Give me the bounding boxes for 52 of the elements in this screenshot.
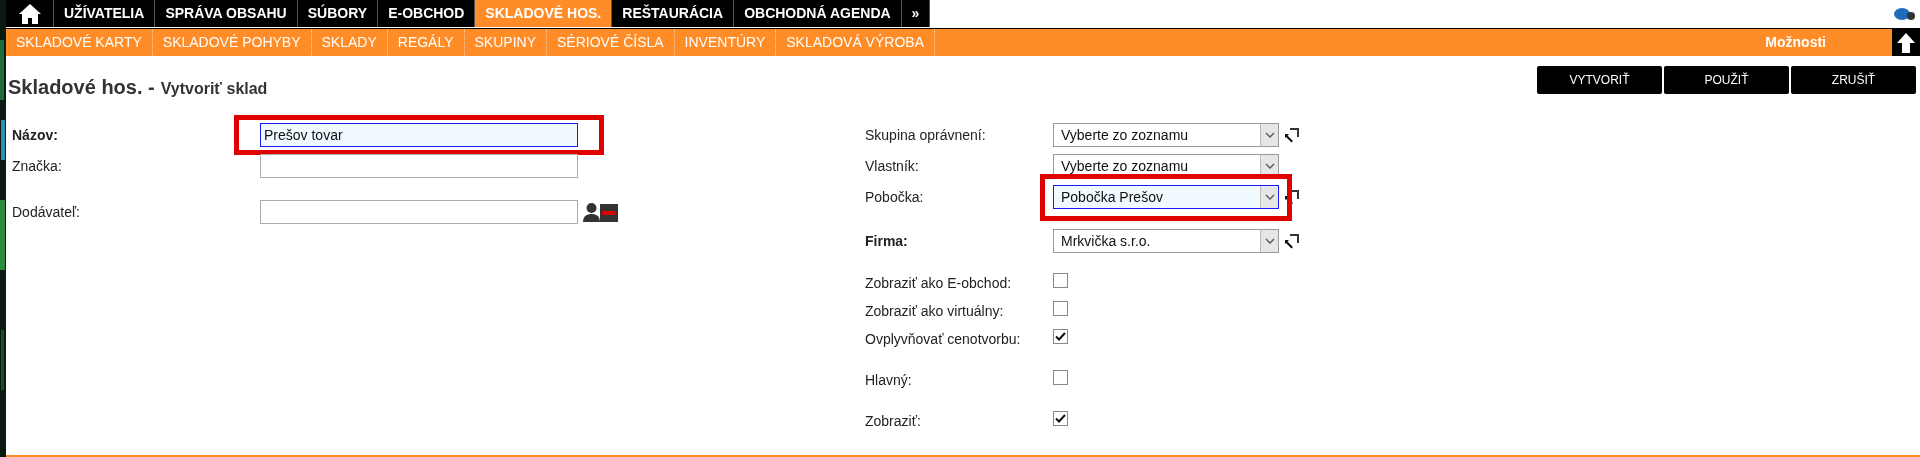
- dropdown-field[interactable]: Pobočka Prešov: [1053, 185, 1279, 209]
- menu-tab[interactable]: UŽÍVATELIA: [54, 0, 156, 27]
- checkbox[interactable]: [1053, 273, 1068, 288]
- external-link-icon[interactable]: [1283, 188, 1301, 206]
- app-logo-icon[interactable]: [1894, 7, 1916, 21]
- field-label: Značka:: [12, 156, 63, 176]
- menu-tab[interactable]: SPRÁVA OBSAHU: [155, 0, 298, 27]
- dropdown-value: Mrkvička s.r.o.: [1060, 231, 1152, 251]
- field-label: Hlavný:: [865, 371, 913, 390]
- field-label: Ovplyvňovať cenotvorbu:: [865, 330, 1022, 349]
- dropdown-field[interactable]: Vyberte zo zoznamu: [1053, 123, 1279, 147]
- action-button[interactable]: POUŽIŤ: [1664, 66, 1789, 94]
- chevron-down-icon: [1264, 194, 1275, 200]
- text-field[interactable]: [260, 200, 578, 224]
- field-label: Pobočka:: [865, 187, 925, 207]
- dropdown-value: Pobočka Prešov: [1060, 187, 1164, 207]
- checkbox[interactable]: [1053, 329, 1068, 344]
- field-label: Firma:: [865, 231, 909, 251]
- chevron-down-icon: [1264, 238, 1275, 244]
- dropdown-field[interactable]: Mrkvička s.r.o.: [1053, 229, 1279, 253]
- checkbox[interactable]: [1053, 411, 1068, 426]
- menu-tab[interactable]: OBCHODNÁ AGENDA: [734, 0, 902, 27]
- external-link-icon[interactable]: [1283, 126, 1301, 144]
- field-label: Názov:: [12, 125, 59, 145]
- field-label: Vlastník:: [865, 156, 920, 176]
- checkbox[interactable]: [1053, 370, 1068, 385]
- dropdown-value: Vyberte zo zoznamu: [1060, 125, 1190, 145]
- field-label: Zobraziť ako E-obchod:: [865, 274, 1013, 293]
- text-field[interactable]: [260, 154, 578, 178]
- action-button[interactable]: VYTVORIŤ: [1537, 66, 1662, 94]
- text-field[interactable]: Prešov tovar: [260, 123, 578, 147]
- home-icon: [17, 2, 42, 25]
- field-label: Zobraziť:: [865, 412, 922, 431]
- scroll-top-button[interactable]: [1892, 29, 1920, 56]
- field-label: Skupina oprávnení:: [865, 125, 987, 145]
- page-title: Skladové hos. -: [8, 75, 155, 100]
- chevron-down-icon: [1264, 132, 1275, 138]
- person-icon[interactable]: [583, 202, 600, 222]
- checkbox[interactable]: [1053, 301, 1068, 316]
- field-label: Dodávateľ:: [12, 202, 81, 222]
- menu-tab[interactable]: »: [901, 0, 931, 27]
- external-link-icon[interactable]: [1283, 232, 1301, 250]
- arrow-up-icon: [1896, 31, 1916, 54]
- action-button[interactable]: ZRUŠIŤ: [1791, 66, 1916, 94]
- menu-tab[interactable]: SÚBORY: [297, 0, 379, 27]
- dropdown-value: Vyberte zo zoznamu: [1060, 156, 1190, 176]
- page-subtitle: Vytvoriť sklad: [160, 79, 268, 99]
- check-icon: [1055, 414, 1066, 423]
- menu-tab[interactable]: REŠTAURÁCIA: [612, 0, 735, 27]
- field-label: Zobraziť ako virtuálny:: [865, 302, 1005, 321]
- check-icon: [1055, 332, 1066, 341]
- chevron-down-icon: [1264, 163, 1275, 169]
